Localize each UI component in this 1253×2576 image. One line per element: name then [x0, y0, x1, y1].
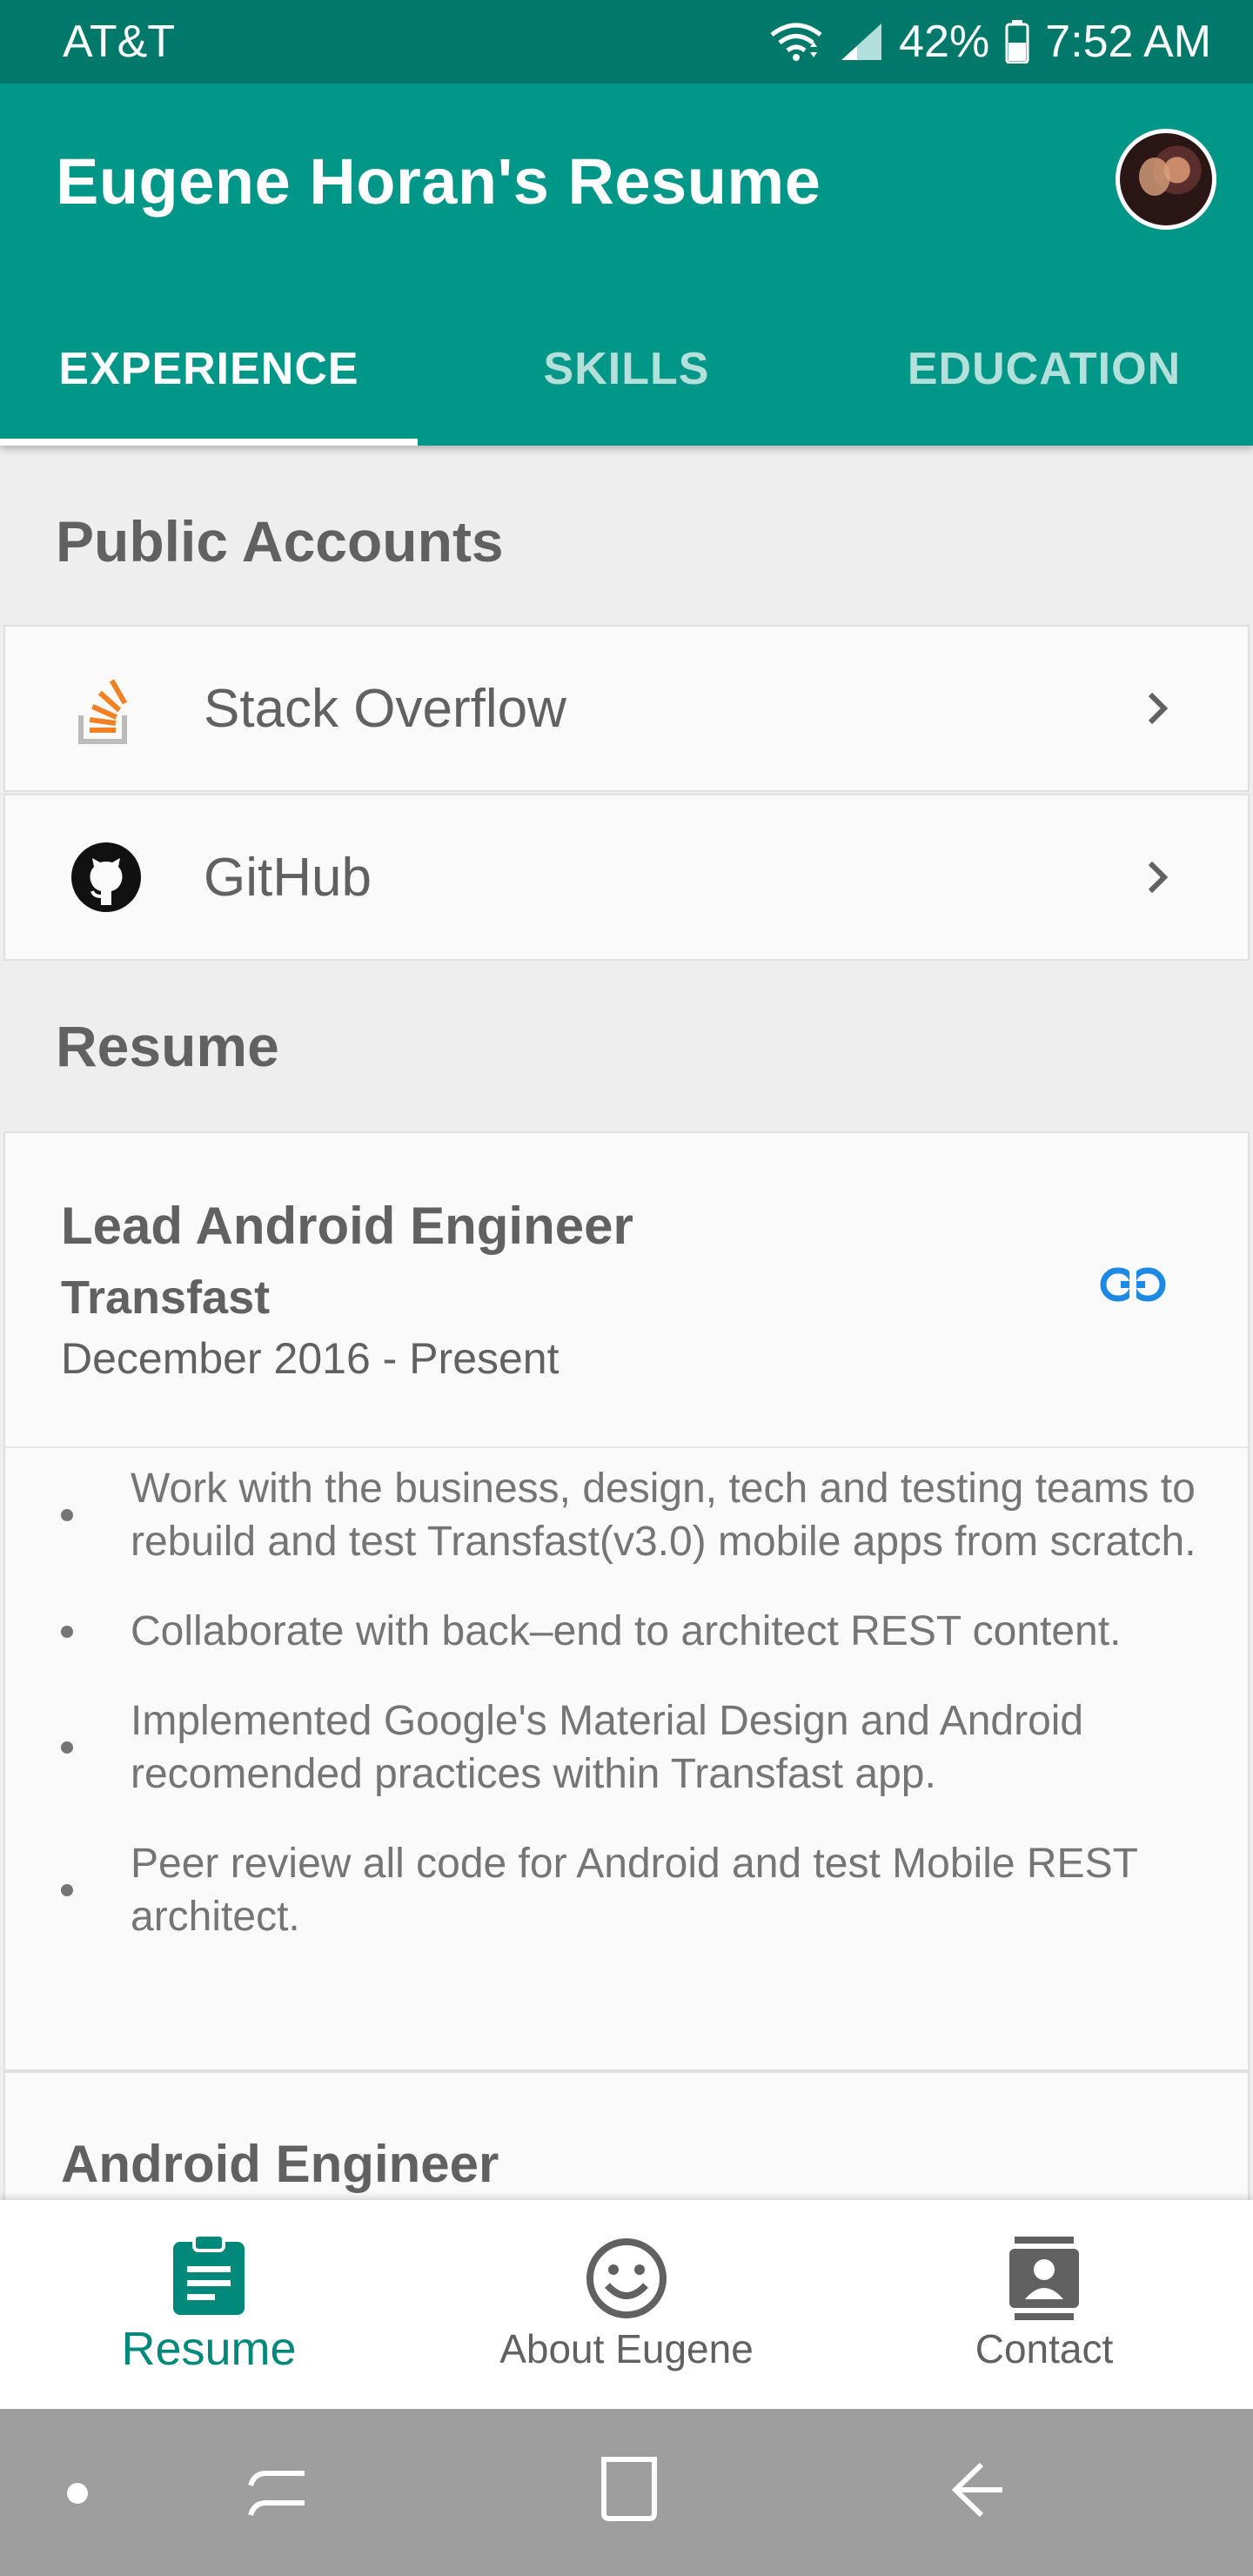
smiley-icon	[586, 2238, 667, 2318]
nav-about-label: About Eugene	[499, 2326, 754, 2371]
nav-contact[interactable]: Contact	[835, 2200, 1253, 2409]
battery-percent: 42%	[899, 17, 990, 67]
chevron-right-icon	[1148, 692, 1169, 725]
job-bullets: Work with the business, design, tech and…	[5, 1462, 1251, 1980]
tab-skills[interactable]: SKILLS	[418, 292, 835, 446]
avatar[interactable]	[1116, 129, 1216, 230]
recent-apps-icon[interactable]	[247, 2465, 308, 2522]
job-company: Transfast	[61, 1271, 271, 1324]
list-item: Work with the business, design, tech and…	[5, 1462, 1251, 1568]
list-item: Collaborate with back–end to architect R…	[5, 1605, 1251, 1658]
tab-education[interactable]: EDUCATION	[835, 292, 1253, 446]
carrier-label: AT&T	[63, 17, 176, 67]
status-bar: AT&T 42% 7:52 AM	[0, 0, 1253, 84]
tab-experience[interactable]: EXPERIENCE	[0, 292, 418, 446]
app-bar: Eugene Horan's Resume EXPERIENCE SKILLS …	[0, 84, 1253, 446]
account-label-stackoverflow: Stack Overflow	[204, 678, 566, 739]
signal-icon	[841, 23, 882, 60]
stackoverflow-icon	[61, 663, 151, 754]
account-row-github[interactable]: GitHub	[3, 794, 1250, 961]
public-accounts-header: Public Accounts	[56, 509, 504, 574]
list-item: Peer review all code for Android and tes…	[5, 1837, 1251, 1943]
clock: 7:52 AM	[1045, 17, 1211, 67]
status-icons: 42% 7:52 AM	[768, 16, 1211, 68]
job-card: Lead Android Engineer Transfast December…	[3, 1131, 1250, 2071]
app-title: Eugene Horan's Resume	[56, 145, 821, 218]
job-dates: December 2016 - Present	[61, 1334, 559, 1383]
home-button-icon[interactable]	[597, 2456, 660, 2522]
github-icon	[61, 832, 151, 922]
wifi-icon	[770, 23, 822, 61]
account-row-stackoverflow[interactable]: Stack Overflow	[3, 625, 1250, 792]
account-label-github: GitHub	[204, 847, 372, 908]
link-icon[interactable]	[1100, 1260, 1166, 1309]
list-item: Implemented Google's Material Design and…	[5, 1694, 1251, 1801]
nav-about[interactable]: About Eugene	[418, 2200, 835, 2409]
contact-card-icon	[1009, 2237, 1079, 2320]
nav-resume[interactable]: Resume	[0, 2200, 418, 2409]
tab-bar: EXPERIENCE SKILLS EDUCATION	[0, 292, 1253, 446]
job-title: Android Engineer	[61, 2135, 499, 2193]
chevron-right-icon	[1148, 861, 1169, 894]
job-title: Lead Android Engineer	[61, 1197, 633, 1255]
nav-contact-label: Contact	[975, 2326, 1114, 2371]
card-divider	[5, 1446, 1248, 1448]
battery-icon	[1005, 20, 1029, 64]
nav-resume-label: Resume	[121, 2323, 297, 2375]
clipboard-icon	[173, 2233, 245, 2315]
back-button-icon[interactable]	[950, 2459, 1006, 2520]
bottom-navigation: Resume About Eugene Contact	[0, 2200, 1253, 2409]
system-navigation-bar	[0, 2409, 1253, 2576]
resume-header: Resume	[56, 1014, 279, 1078]
dot-indicator-icon[interactable]	[66, 2482, 89, 2505]
